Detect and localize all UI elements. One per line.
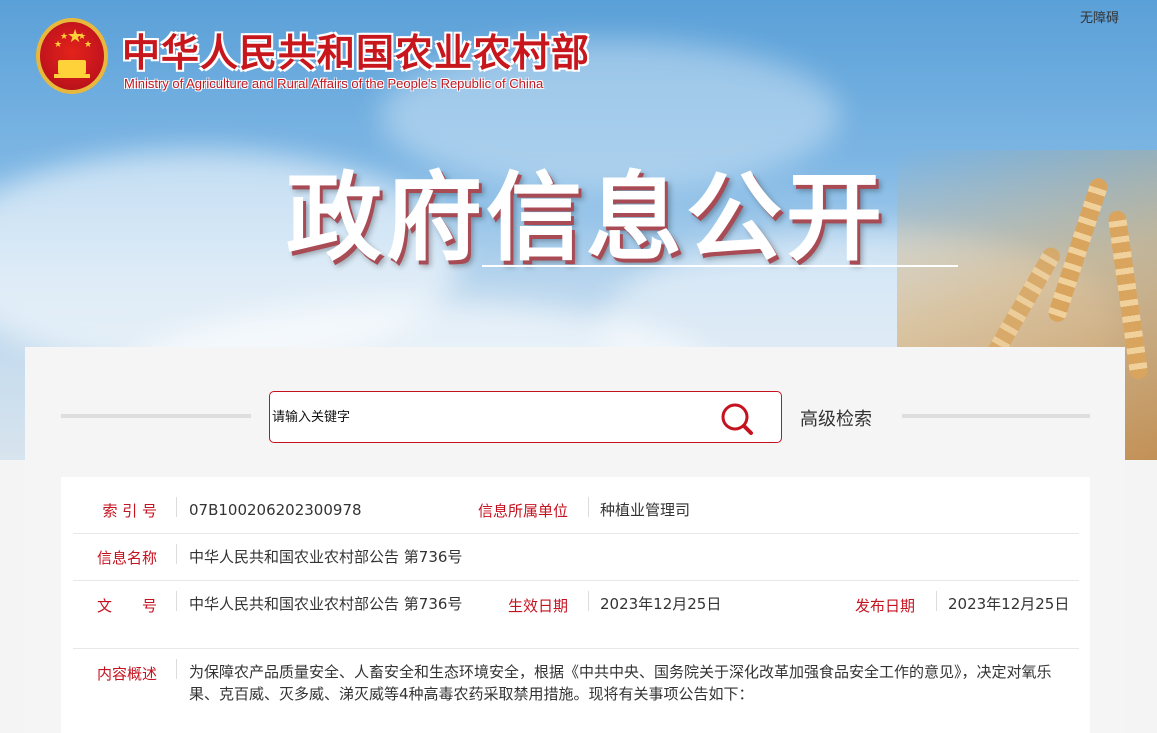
search-input[interactable] <box>270 392 710 442</box>
ministry-name-cn[interactable]: 中华人民共和国农业农村部 <box>122 22 590 77</box>
effective-date-value: 2023年12月25日 <box>600 595 722 613</box>
unit-value: 种植业管理司 <box>600 501 691 519</box>
search-divider-right <box>902 414 1090 418</box>
ministry-name-en[interactable]: Ministry of Agriculture and Rural Affair… <box>124 76 543 91</box>
summary-value: 为保障农产品质量安全、人畜安全和生态环境安全，根据《中共中央、国务院关于深化改革… <box>189 663 1052 703</box>
search-icon[interactable] <box>719 401 755 437</box>
table-row: 内容概述 为保障农产品质量安全、人畜安全和生态环境安全，根据《中共中央、国务院关… <box>73 649 1079 733</box>
table-row: 信息名称 中华人民共和国农业农村部公告 第736号 <box>73 534 1079 581</box>
content-card: 高级检索 索 引 号 07B100206202300978 信息所属单位 种植业… <box>25 347 1125 733</box>
search-box <box>269 391 782 443</box>
banner-divider <box>482 265 958 267</box>
search-divider-left <box>61 414 251 418</box>
effective-date-label: 生效日期 <box>507 597 568 615</box>
index-label: 索 引 号 <box>102 502 157 520</box>
document-info-table: 索 引 号 07B100206202300978 信息所属单位 种植业管理司 信… <box>61 477 1090 733</box>
table-row: 索 引 号 07B100206202300978 信息所属单位 种植业管理司 <box>73 477 1079 534</box>
name-label: 信息名称 <box>96 549 157 567</box>
banner-title: 政府信息公开 <box>286 162 886 274</box>
publish-date-label: 发布日期 <box>854 597 915 615</box>
doc-number-label: 文 号 <box>96 597 157 615</box>
unit-label: 信息所属单位 <box>477 502 568 520</box>
national-emblem-icon[interactable]: ★ ★ ★ ★ ★ <box>36 18 108 94</box>
table-row: 文 号 中华人民共和国农业农村部公告 第736号 生效日期 2023年12月25… <box>73 581 1079 649</box>
publish-date-value: 2023年12月25日 <box>948 595 1070 613</box>
advanced-search-link[interactable]: 高级检索 <box>800 405 872 431</box>
doc-number-value: 中华人民共和国农业农村部公告 第736号 <box>189 595 463 613</box>
accessibility-link[interactable]: 无障碍 <box>1080 7 1119 26</box>
name-value: 中华人民共和国农业农村部公告 第736号 <box>189 548 463 566</box>
index-value: 07B100206202300978 <box>189 501 362 519</box>
summary-label: 内容概述 <box>96 665 157 683</box>
